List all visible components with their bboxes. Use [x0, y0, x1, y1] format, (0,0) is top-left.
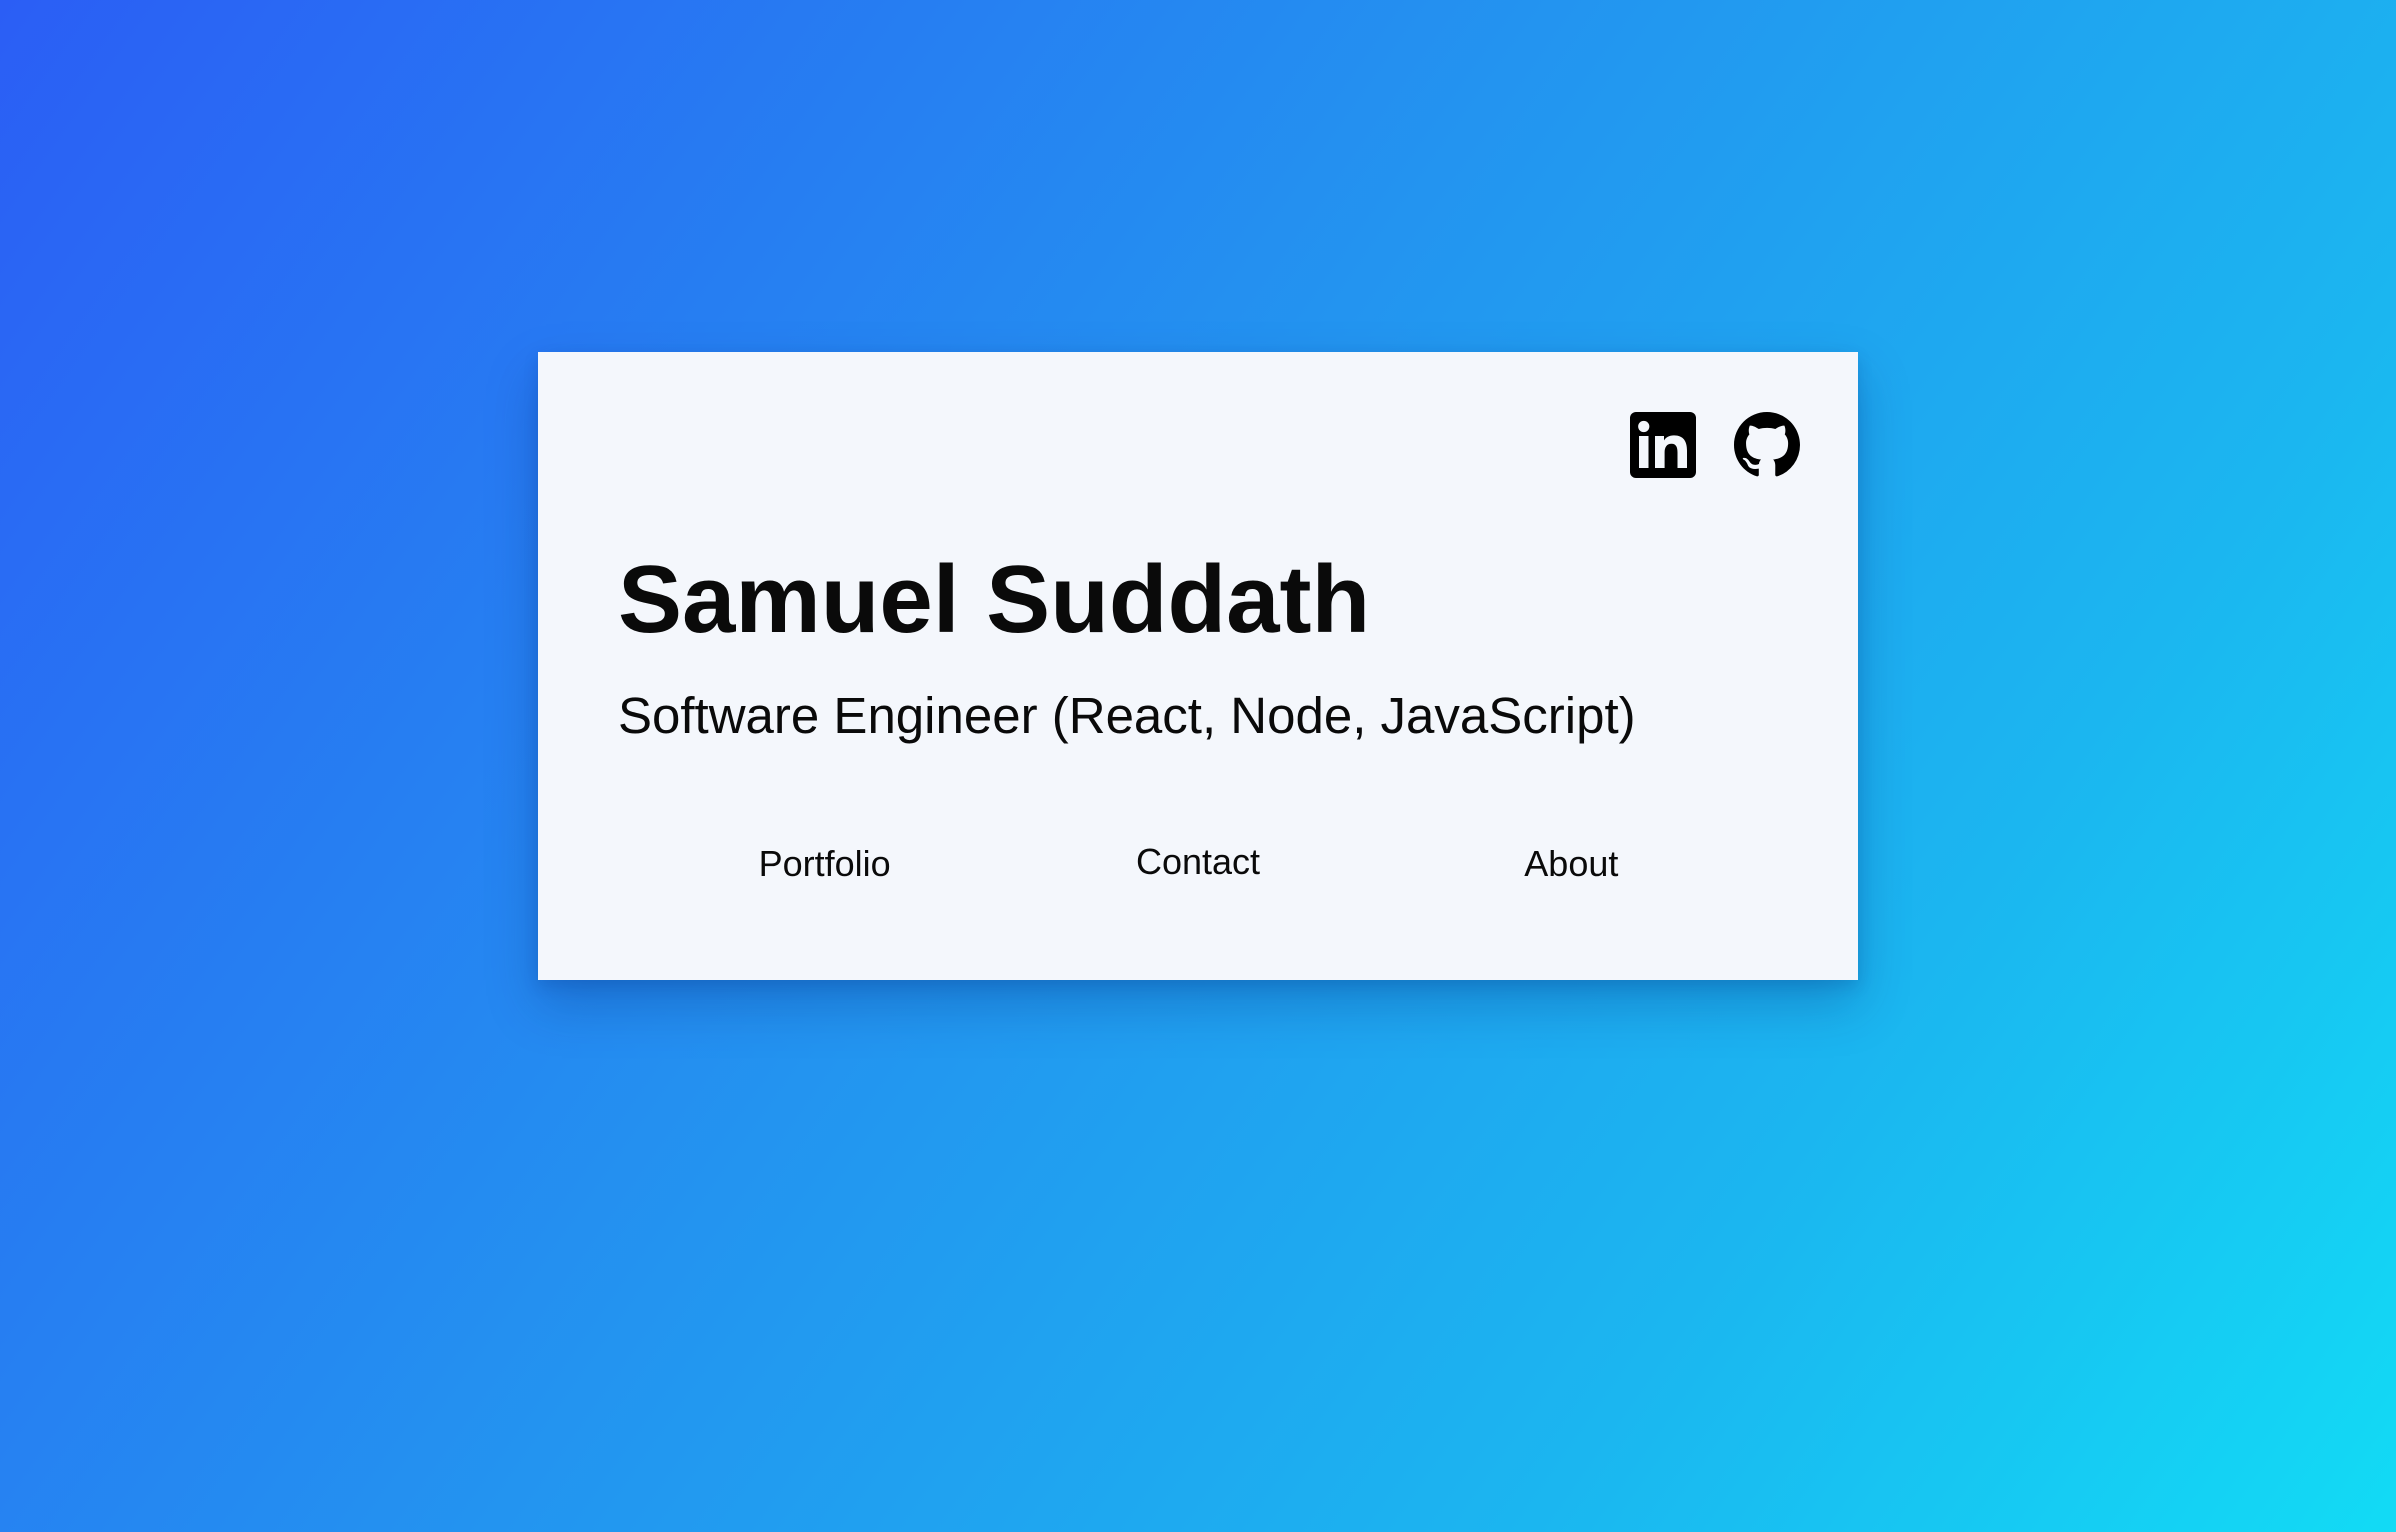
profile-name: Samuel Suddath	[618, 546, 1371, 653]
social-links	[1630, 412, 1800, 478]
profile-role: Software Engineer (React, Node, JavaScri…	[618, 687, 1636, 744]
profile-card: Samuel Suddath Software Engineer (React,…	[538, 352, 1858, 980]
linkedin-link[interactable]	[1630, 412, 1696, 478]
nav-contact-link[interactable]: Contact	[991, 844, 1404, 882]
nav-portfolio-link[interactable]: Portfolio	[538, 846, 1031, 882]
card-nav: Portfolio Contact About	[538, 844, 1858, 882]
linkedin-icon	[1630, 412, 1696, 478]
github-link[interactable]	[1734, 412, 1800, 478]
github-icon	[1734, 412, 1800, 477]
nav-about-link[interactable]: About	[1365, 846, 1858, 882]
